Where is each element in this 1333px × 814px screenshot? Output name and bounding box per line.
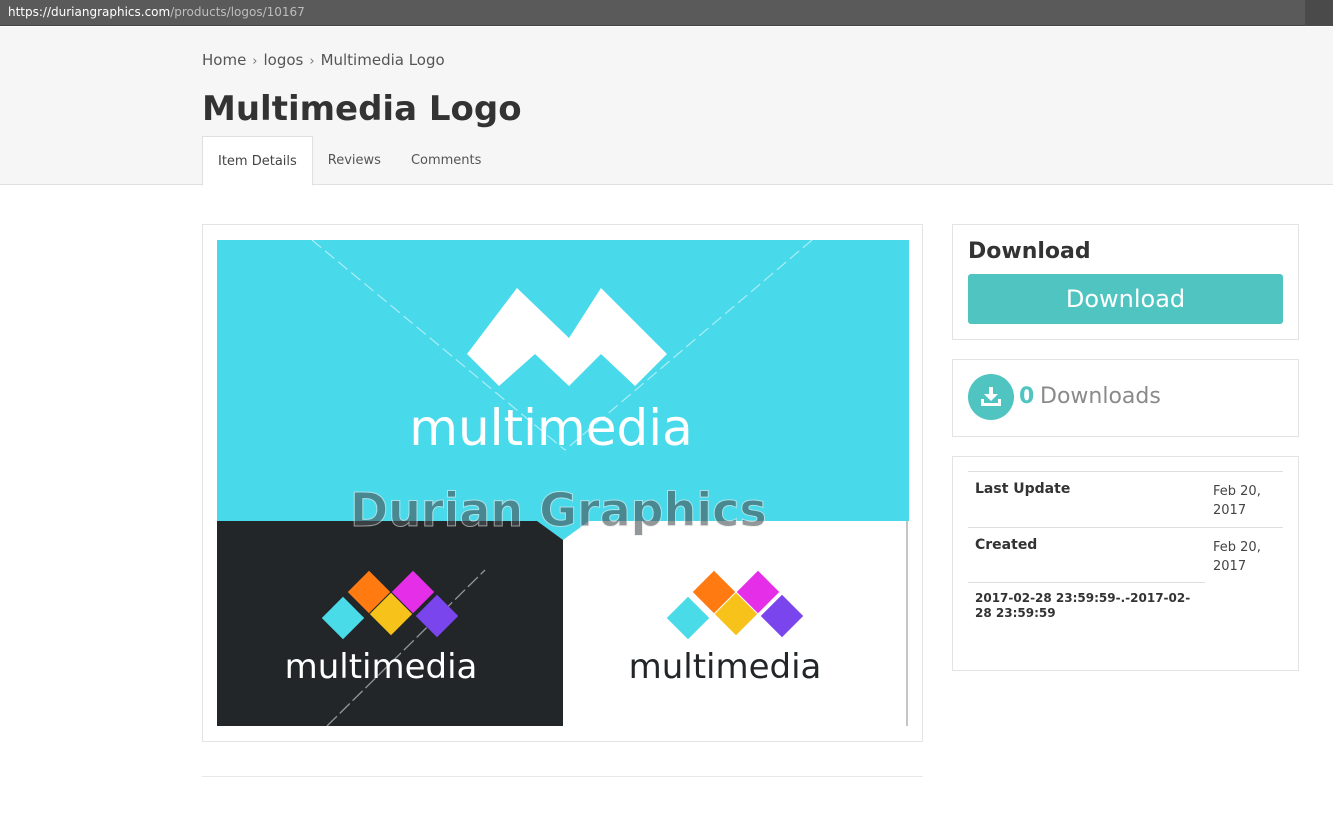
address-bar-end xyxy=(1305,0,1333,26)
cyan-panel xyxy=(217,240,909,521)
tab-reviews[interactable]: Reviews xyxy=(313,136,396,186)
info-value: Feb 20, 2017 xyxy=(1213,540,1261,574)
url-text[interactable]: https://duriangraphics.com/products/logo… xyxy=(8,5,305,19)
item-info-table: Last Update Feb 20, 2017 Created Feb 20,… xyxy=(968,471,1283,620)
breadcrumb-current: Multimedia Logo xyxy=(320,51,445,69)
breadcrumb-separator: › xyxy=(309,54,315,69)
download-tray-icon xyxy=(981,387,1001,406)
url-host: https://duriangraphics.com xyxy=(8,5,171,19)
info-key: Last Update xyxy=(975,481,1071,497)
item-tabs: Item Details Reviews Comments xyxy=(202,136,496,186)
info-key: Created xyxy=(975,537,1038,553)
info-row-created: Created Feb 20, 2017 xyxy=(968,527,1283,582)
breadcrumb-logos[interactable]: logos xyxy=(264,51,304,69)
watermark: Durian Graphics xyxy=(350,483,768,538)
logo-word-top: multimedia xyxy=(409,399,693,457)
browser-address-bar[interactable]: https://duriangraphics.com/products/logo… xyxy=(0,0,1333,26)
download-count-badge xyxy=(968,374,1014,420)
logo-word-dark: multimedia xyxy=(285,647,478,687)
watermark-text: Durian Graphics xyxy=(350,483,767,537)
download-count-label: Downloads xyxy=(1040,384,1161,409)
content-divider xyxy=(202,776,923,777)
preview-card: multimedia multimedia multimedia Durian … xyxy=(202,224,923,742)
breadcrumb: Home › logos › Multimedia Logo xyxy=(202,51,445,69)
download-count: 0 xyxy=(1019,384,1035,409)
download-button[interactable]: Download xyxy=(968,274,1283,324)
tab-comments[interactable]: Comments xyxy=(396,136,496,186)
download-count-card: 0 Downloads xyxy=(952,359,1299,437)
breadcrumb-separator: › xyxy=(252,54,258,69)
logo-preview-image[interactable]: multimedia multimedia multimedia Durian … xyxy=(217,240,909,726)
download-heading: Download xyxy=(968,239,1091,264)
breadcrumb-home[interactable]: Home xyxy=(202,51,246,69)
info-value: Feb 20, 2017 xyxy=(1213,484,1261,518)
url-path: /products/logos/10167 xyxy=(170,5,305,19)
logo-word-light: multimedia xyxy=(629,647,822,687)
page-title: Multimedia Logo xyxy=(202,89,522,129)
tab-item-details[interactable]: Item Details xyxy=(202,136,313,186)
item-info-card: Last Update Feb 20, 2017 Created Feb 20,… xyxy=(952,456,1299,671)
preview-artwork: multimedia multimedia multimedia Durian … xyxy=(217,240,909,726)
download-card: Download Download xyxy=(952,224,1299,340)
page-header: Home › logos › Multimedia Logo Multimedia Lo… xyxy=(0,27,1333,186)
info-row-last-update: Last Update Feb 20, 2017 xyxy=(968,471,1283,527)
info-date-range: 2017-02-28 23:59:59-.-2017-02-28 23:59:5… xyxy=(968,582,1205,621)
